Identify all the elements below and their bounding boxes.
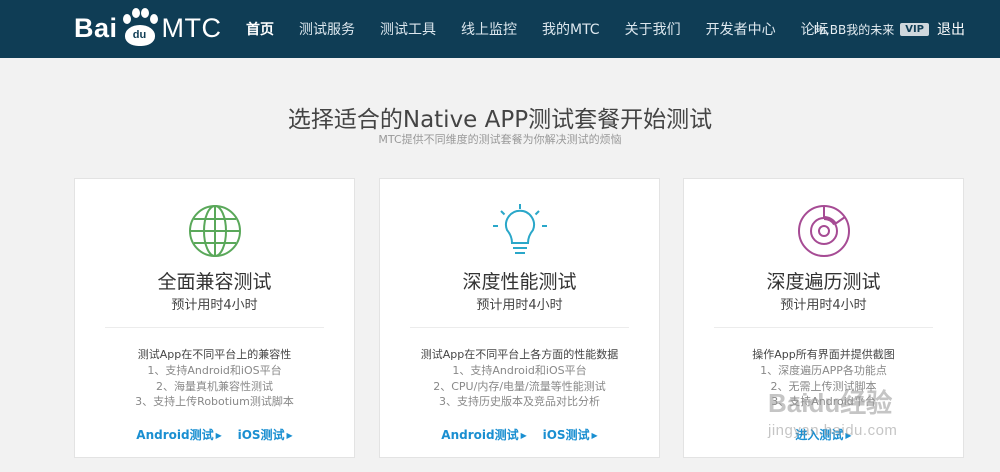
traversal-chart-icon bbox=[798, 205, 850, 257]
package-card-compatibility: 全面兼容测试 预计用时4小时 测试App在不同平台上的兼容性 1、支持Andro… bbox=[74, 178, 355, 458]
user-greeting[interactable]: Hi,BB我的未来 bbox=[814, 21, 895, 38]
card-duration: 预计用时4小时 bbox=[476, 298, 563, 313]
nav-item-online-monitoring[interactable]: 线上监控 bbox=[461, 19, 517, 39]
top-navigation-bar: Bai du MTC 首页 测试服务 测试工具 线上监控 我的MTC 关于我们 … bbox=[0, 0, 1000, 58]
card-duration: 预计用时4小时 bbox=[780, 298, 867, 313]
triangle-right-icon: ▶ bbox=[215, 431, 222, 440]
vip-badge: VIP bbox=[900, 22, 929, 36]
link-label: Android测试 bbox=[441, 428, 519, 442]
card-links: Android测试 ▶ iOS测试 ▶ bbox=[380, 426, 659, 443]
card-divider bbox=[105, 327, 324, 328]
triangle-right-icon: ▶ bbox=[520, 431, 527, 440]
baidu-paw-icon: du bbox=[120, 8, 160, 48]
logo-bai-text: Bai bbox=[74, 12, 118, 43]
card-duration: 预计用时4小时 bbox=[171, 298, 258, 313]
card-features: 1、支持Android和iOS平台 2、CPU/内存/电量/流量等性能测试 3、… bbox=[380, 363, 659, 410]
nav-item-test-tools[interactable]: 测试工具 bbox=[380, 19, 436, 39]
feature-item: 3、支持Android平台 bbox=[771, 395, 876, 408]
page-subtitle: MTC提供不同维度的测试套餐为你解决测试的烦恼 bbox=[378, 133, 622, 146]
user-area: Hi,BB我的未来 VIP 退出 bbox=[814, 0, 965, 58]
feature-item: 1、支持Android和iOS平台 bbox=[452, 364, 587, 377]
ios-test-link[interactable]: iOS测试 ▶ bbox=[543, 428, 598, 442]
lightbulb-icon bbox=[493, 204, 547, 254]
triangle-right-icon: ▶ bbox=[591, 431, 598, 440]
globe-icon bbox=[189, 205, 241, 257]
feature-item: 2、海量真机兼容性测试 bbox=[156, 379, 273, 393]
package-card-performance: 深度性能测试 预计用时4小时 测试App在不同平台上各方面的性能数据 1、支持A… bbox=[379, 178, 660, 458]
link-label: 进入测试 bbox=[795, 428, 844, 442]
link-label: iOS测试 bbox=[542, 428, 590, 442]
enter-test-link[interactable]: 进入测试 ▶ bbox=[795, 428, 851, 442]
page-title: 选择适合的Native APP测试套餐开始测试 bbox=[287, 107, 713, 133]
card-divider bbox=[714, 327, 933, 328]
card-description: 测试App在不同平台上各方面的性能数据 bbox=[420, 348, 619, 361]
feature-item: 3、支持上传Robotium测试脚本 bbox=[135, 395, 294, 408]
nav-item-home[interactable]: 首页 bbox=[246, 19, 274, 39]
feature-item: 3、支持历史版本及竞品对比分析 bbox=[439, 395, 600, 408]
card-title: 深度性能测试 bbox=[462, 271, 577, 293]
logo-mtc-text: MTC bbox=[161, 12, 222, 43]
feature-item: 2、无需上传测试脚本 bbox=[770, 379, 877, 393]
main-nav: 首页 测试服务 测试工具 线上监控 我的MTC 关于我们 开发者中心 论坛 bbox=[246, 0, 854, 58]
card-features: 1、支持Android和iOS平台 2、海量真机兼容性测试 3、支持上传Robo… bbox=[75, 363, 354, 410]
ios-test-link[interactable]: iOS测试 ▶ bbox=[238, 428, 293, 442]
feature-item: 2、CPU/内存/电量/流量等性能测试 bbox=[433, 379, 606, 393]
nav-item-test-services[interactable]: 测试服务 bbox=[299, 19, 355, 39]
card-description: 测试App在不同平台上的兼容性 bbox=[137, 348, 292, 361]
card-title: 全面兼容测试 bbox=[157, 271, 272, 293]
nav-item-my-mtc[interactable]: 我的MTC bbox=[542, 19, 600, 39]
android-test-link[interactable]: Android测试 ▶ bbox=[136, 428, 221, 442]
logout-link[interactable]: 退出 bbox=[937, 19, 965, 39]
card-divider bbox=[410, 327, 629, 328]
triangle-right-icon: ▶ bbox=[286, 431, 293, 440]
link-label: iOS测试 bbox=[237, 428, 285, 442]
card-description: 操作App所有界面并提供截图 bbox=[752, 348, 895, 361]
card-links: 进入测试 ▶ bbox=[684, 426, 963, 443]
card-features: 1、深度遍历APP各功能点 2、无需上传测试脚本 3、支持Android平台 bbox=[684, 363, 963, 410]
nav-item-about-us[interactable]: 关于我们 bbox=[625, 19, 681, 39]
card-title: 深度遍历测试 bbox=[766, 271, 881, 293]
package-card-traversal: 深度遍历测试 预计用时4小时 操作App所有界面并提供截图 1、深度遍历APP各… bbox=[683, 178, 964, 458]
card-links: Android测试 ▶ iOS测试 ▶ bbox=[75, 426, 354, 443]
triangle-right-icon: ▶ bbox=[845, 431, 852, 440]
nav-item-developer-center[interactable]: 开发者中心 bbox=[706, 19, 776, 39]
link-label: Android测试 bbox=[136, 428, 214, 442]
android-test-link[interactable]: Android测试 ▶ bbox=[441, 428, 526, 442]
feature-item: 1、深度遍历APP各功能点 bbox=[760, 364, 887, 377]
feature-item: 1、支持Android和iOS平台 bbox=[147, 364, 282, 377]
logo-du-text: du bbox=[132, 29, 147, 41]
baidu-mtc-logo[interactable]: Bai du MTC bbox=[74, 8, 222, 48]
